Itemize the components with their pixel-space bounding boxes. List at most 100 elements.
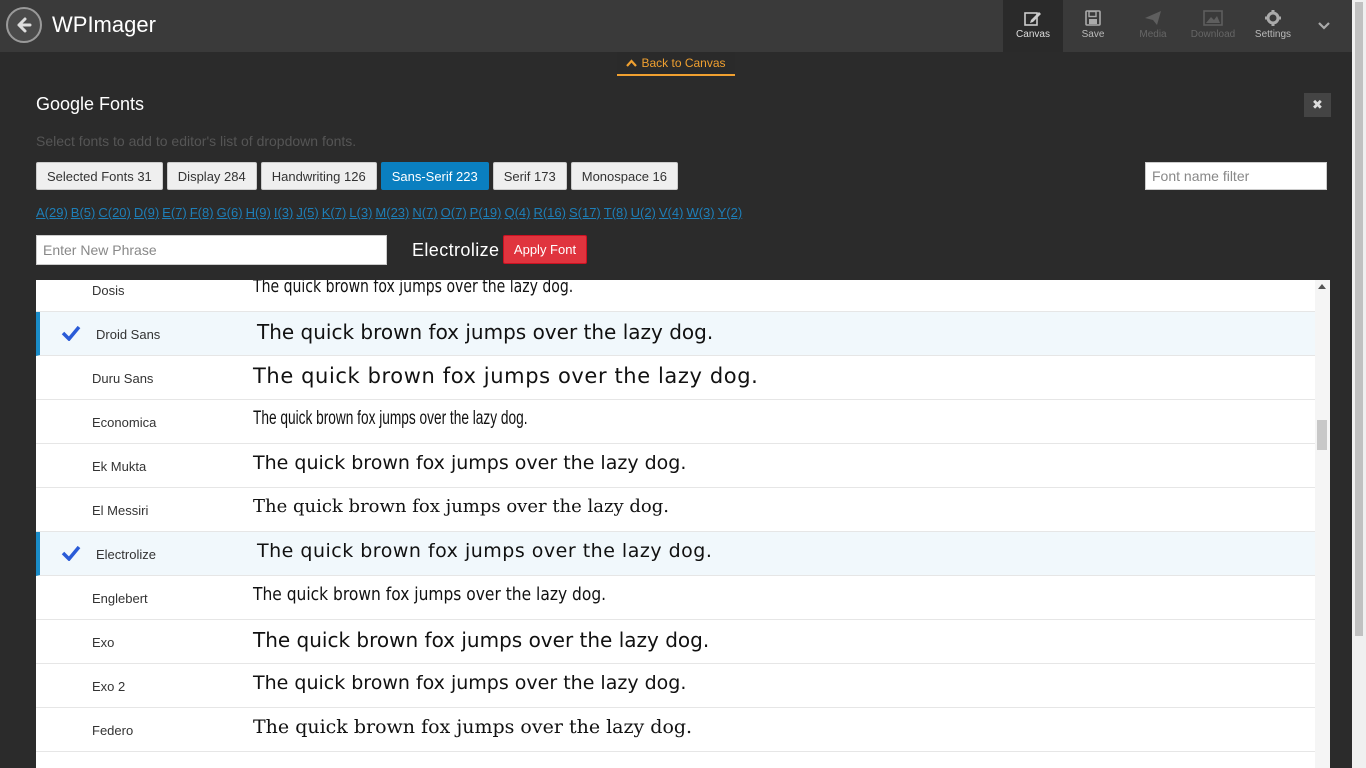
panel-title: Google Fonts [36,94,145,114]
font-row[interactable]: Exo The quick brown fox jumps over the la… [36,620,1315,664]
font-row[interactable]: Electrolize The quick brown fox jumps ove… [36,532,1315,576]
letter-index-link[interactable]: K(7) [322,205,347,220]
gear-icon [1265,10,1281,26]
toolbar-media-button[interactable]: Media [1123,0,1183,52]
font-sample: The quick brown fox jumps over the lazy … [253,716,693,738]
font-sample: The quick brown fox jumps over the lazy … [257,320,714,344]
letter-index-link[interactable]: F(8) [190,205,214,220]
font-name: El Messiri [92,503,149,518]
letter-index-link[interactable]: J(5) [296,205,318,220]
selected-font-preview: Electrolize [412,240,500,260]
save-icon [1085,10,1101,26]
category-tab[interactable]: Selected Fonts 31 [36,162,163,190]
font-name: Exo 2 [92,679,126,694]
letter-index-link[interactable]: M(23) [375,205,409,220]
toolbar-media-label: Media [1139,29,1167,40]
chevron-down-icon [1318,22,1330,30]
close-button[interactable]: ✖ [1304,93,1331,117]
font-sample: The quick brown fox jumps over the lazy … [253,672,687,694]
app-title: WPImager [52,12,156,37]
chevron-up-icon [626,59,638,67]
font-name: Dosis [92,283,125,298]
apply-font-button[interactable]: Apply Font [503,235,587,264]
font-sample: The quick brown fox jumps over the lazy … [253,280,574,297]
category-tab[interactable]: Sans-Serif 223 [380,162,489,190]
toolbar-download-button[interactable]: Download [1183,0,1243,52]
font-sample: The quick brown fox jumps over the lazy … [253,628,710,652]
image-icon [1203,10,1223,26]
letter-index-link[interactable]: G(6) [217,205,243,220]
letter-index-link[interactable]: W(3) [686,205,714,220]
font-row[interactable]: Droid Sans The quick brown fox jumps over… [36,312,1315,356]
font-sample: The quick brown fox jumps over the lazy … [253,364,759,388]
letter-index-link[interactable]: I(3) [274,205,294,220]
font-sample: The quick brown fox jumps over the lazy … [253,584,607,605]
checkmark-icon [61,545,81,566]
letter-index-link[interactable]: R(16) [533,205,566,220]
toolbar-download-label: Download [1190,29,1236,40]
letter-index-link[interactable]: U(2) [631,205,656,220]
font-row[interactable]: Duru Sans The quick brown fox jumps over … [36,356,1315,400]
toolbar-more-button[interactable] [1303,0,1345,52]
letter-index: A(29) B(5) C(20) D(9) E(7) F(8) G(6) H(9) I(3) J(… [36,205,742,220]
font-row[interactable]: Exo 2 The quick brown fox jumps over the … [36,664,1315,708]
font-row[interactable]: Dosis The quick brown fox jumps over the … [36,280,1315,312]
toolbar-save-button[interactable]: Save [1063,0,1123,52]
font-row[interactable]: Ek Mukta The quick brown fox jumps over t… [36,444,1315,488]
letter-index-link[interactable]: E(7) [162,205,187,220]
letter-index-link[interactable]: C(20) [98,205,131,220]
new-phrase-input[interactable] [36,235,387,265]
font-name: Federo [92,723,134,738]
checkmark-icon [61,325,81,346]
font-list-scrollbar[interactable] [1315,280,1330,768]
back-button[interactable] [6,7,42,43]
letter-index-link[interactable]: A(29) [36,205,68,220]
letter-index-link[interactable]: T(8) [604,205,628,220]
font-name-filter-input[interactable] [1145,162,1327,190]
font-name: Ek Mukta [92,459,147,474]
font-row[interactable]: El Messiri The quick brown fox jumps over… [36,488,1315,532]
toolbar-canvas-label: Canvas [1016,29,1050,40]
font-name: Electrolize [96,547,156,562]
font-sample: The quick brown fox jumps over the lazy … [257,540,713,562]
font-name: Englebert [92,591,148,606]
toolbar-canvas-button[interactable]: Canvas [1003,0,1063,52]
back-to-canvas-button[interactable]: Back to Canvas [617,52,735,76]
font-row[interactable]: Federo The quick brown fox jumps over the… [36,708,1315,752]
font-row[interactable]: Economica The quick brown fox jumps over … [36,400,1315,444]
letter-index-link[interactable]: H(9) [246,205,271,220]
letter-index-link[interactable]: S(17) [569,205,601,220]
font-row[interactable]: Englebert The quick brown fox jumps over … [36,576,1315,620]
font-list[interactable]: Dosis The quick brown fox jumps over the … [36,280,1330,768]
letter-index-link[interactable]: B(5) [71,205,96,220]
font-name: Economica [92,415,157,430]
back-to-canvas-label: Back to Canvas [641,56,726,70]
letter-index-link[interactable]: L(3) [349,205,372,220]
letter-index-link[interactable]: Y(2) [718,205,743,220]
category-tab[interactable]: Handwriting 126 [260,162,377,190]
font-sample: The quick brown fox jumps over the lazy … [253,408,528,429]
letter-index-link[interactable]: V(4) [659,205,684,220]
letter-index-link[interactable]: P(19) [470,205,502,220]
send-icon [1145,11,1161,25]
toolbar-settings-button[interactable]: Settings [1243,0,1303,52]
font-name: Droid Sans [96,327,161,342]
font-name: Duru Sans [92,371,154,386]
close-icon: ✖ [1312,97,1323,112]
arrow-left-icon [17,17,32,33]
category-tab[interactable]: Monospace 16 [570,162,679,190]
category-tab[interactable]: Serif 173 [492,162,567,190]
scroll-up-arrow-icon[interactable] [1318,284,1326,289]
font-name: Exo [92,635,115,650]
letter-index-link[interactable]: N(7) [412,205,437,220]
page-scrollbar[interactable] [1352,0,1366,768]
font-list-scrollbar-thumb[interactable] [1317,420,1327,450]
edit-icon [1024,12,1041,26]
letter-index-link[interactable]: D(9) [134,205,159,220]
letter-index-link[interactable]: Q(4) [504,205,530,220]
page-scrollbar-thumb[interactable] [1355,2,1363,636]
font-sample: The quick brown fox jumps over the lazy … [253,452,687,474]
panel-subtitle: Select fonts to add to editor's list of … [36,133,357,149]
category-tab[interactable]: Display 284 [166,162,257,190]
letter-index-link[interactable]: O(7) [441,205,467,220]
